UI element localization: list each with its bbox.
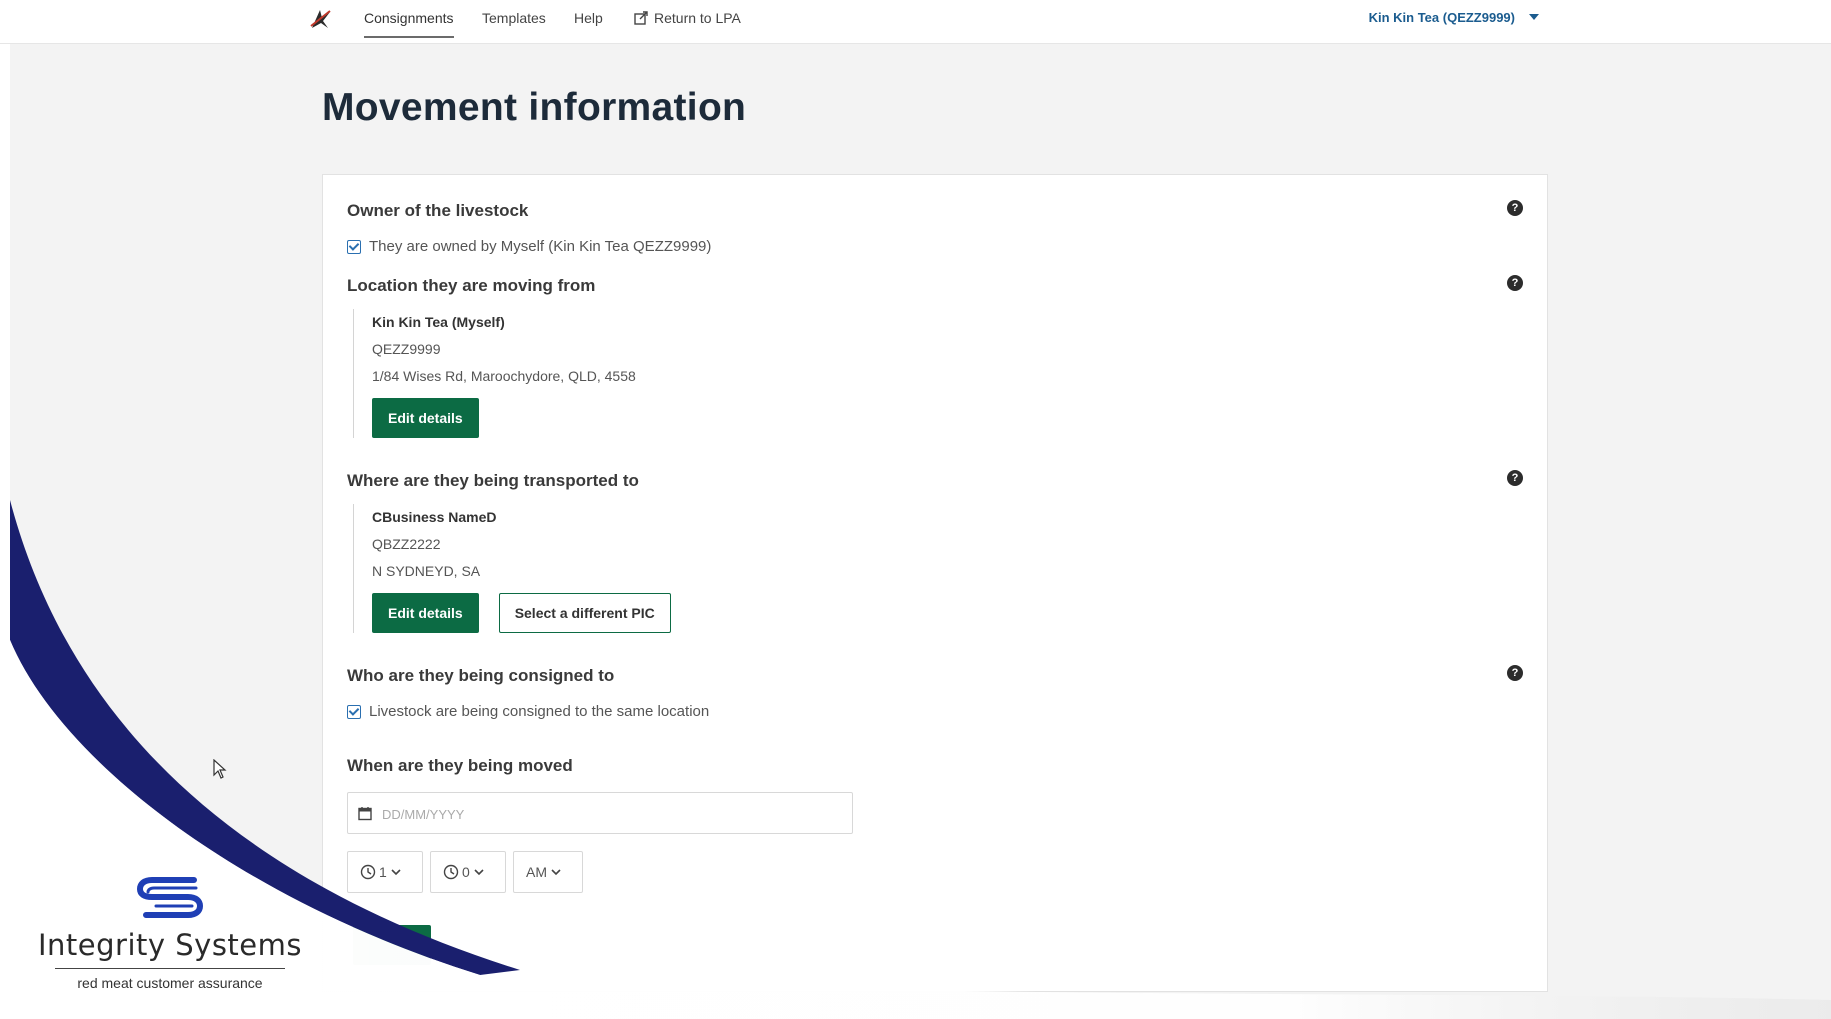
nav-consignments-label: Consignments [364,10,454,26]
integrity-systems-logo-icon [136,877,204,918]
continue-button-partial[interactable] [353,925,431,965]
to-pic: QBZZ2222 [372,536,441,552]
consigned-checkbox-row[interactable]: Livestock are being consigned to the sam… [347,703,709,720]
nav-return-to-lpa[interactable]: Return to LPA [634,10,741,36]
to-address-block: CBusiness NameD QBZZ2222 N SYDNEYD, SA E… [353,504,671,633]
when-section-title: When are they being moved [347,756,573,775]
from-help-icon[interactable]: ? [1507,275,1523,291]
nav-templates-label: Templates [482,10,546,26]
brand-name: Integrity Systems [37,928,303,962]
from-section-title: Location they are moving from [347,276,596,295]
from-address-block: Kin Kin Tea (Myself) QEZZ9999 1/84 Wises… [353,309,636,438]
consigned-checkbox[interactable] [347,705,361,719]
nav-return-to-lpa-label: Return to LPA [654,10,741,26]
calendar-icon [358,807,372,821]
chevron-down-icon [474,869,484,876]
owner-section-title: Owner of the livestock [347,201,529,220]
integrity-systems-logo: Integrity Systems red meat customer assu… [20,870,320,991]
nav-help[interactable]: Help [574,10,603,36]
owner-checkbox[interactable] [347,240,361,254]
owner-checkbox-label: They are owned by Myself (Kin Kin Tea QE… [369,238,712,255]
owner-help-icon[interactable]: ? [1507,200,1523,216]
top-nav: Consignments Templates Help Return to LP… [0,0,1831,44]
select-different-pic-button[interactable]: Select a different PIC [498,593,671,633]
app-logo-icon[interactable] [308,6,334,32]
nav-templates[interactable]: Templates [482,10,546,36]
to-name: CBusiness NameD [372,509,497,525]
ampm-value: AM [526,864,547,880]
from-edit-details-button[interactable]: Edit details [372,398,479,438]
date-field[interactable] [347,792,853,834]
ampm-select[interactable]: AM [513,851,583,893]
to-section-title: Where are they being transported to [347,471,639,490]
chevron-down-icon [391,869,401,876]
clock-icon [360,864,376,880]
hour-select[interactable]: 1 [347,851,423,893]
to-address: N SYDNEYD, SA [372,563,481,579]
movement-form-card: Owner of the livestock ? They are owned … [322,174,1548,992]
clock-icon [443,864,459,880]
brand-divider [55,968,285,969]
to-edit-details-button[interactable]: Edit details [372,593,479,633]
caret-down-icon [1529,14,1539,20]
consigned-section-title: Who are they being consigned to [347,666,615,685]
brand-tagline: red meat customer assurance [77,975,263,991]
page-title: Movement information [322,86,747,129]
chevron-down-icon [551,869,561,876]
consigned-checkbox-label: Livestock are being consigned to the sam… [369,703,710,720]
from-name: Kin Kin Tea (Myself) [372,314,505,330]
from-address: 1/84 Wises Rd, Maroochydore, QLD, 4558 [372,368,636,384]
nav-help-label: Help [574,10,603,26]
owner-checkbox-row[interactable]: They are owned by Myself (Kin Kin Tea QE… [347,238,711,255]
hour-value: 1 [379,864,387,880]
from-pic: QEZZ9999 [372,341,441,357]
external-link-icon [634,11,648,25]
user-name: Kin Kin Tea (QEZZ9999) [1368,10,1515,25]
nav-consignments[interactable]: Consignments [364,10,454,38]
date-input[interactable] [380,802,844,826]
to-help-icon[interactable]: ? [1507,470,1523,486]
user-menu[interactable]: Kin Kin Tea (QEZZ9999) [1369,10,1539,25]
minute-select[interactable]: 0 [430,851,506,893]
minute-value: 0 [462,864,470,880]
mouse-cursor-icon [213,759,227,779]
consigned-help-icon[interactable]: ? [1507,665,1523,681]
